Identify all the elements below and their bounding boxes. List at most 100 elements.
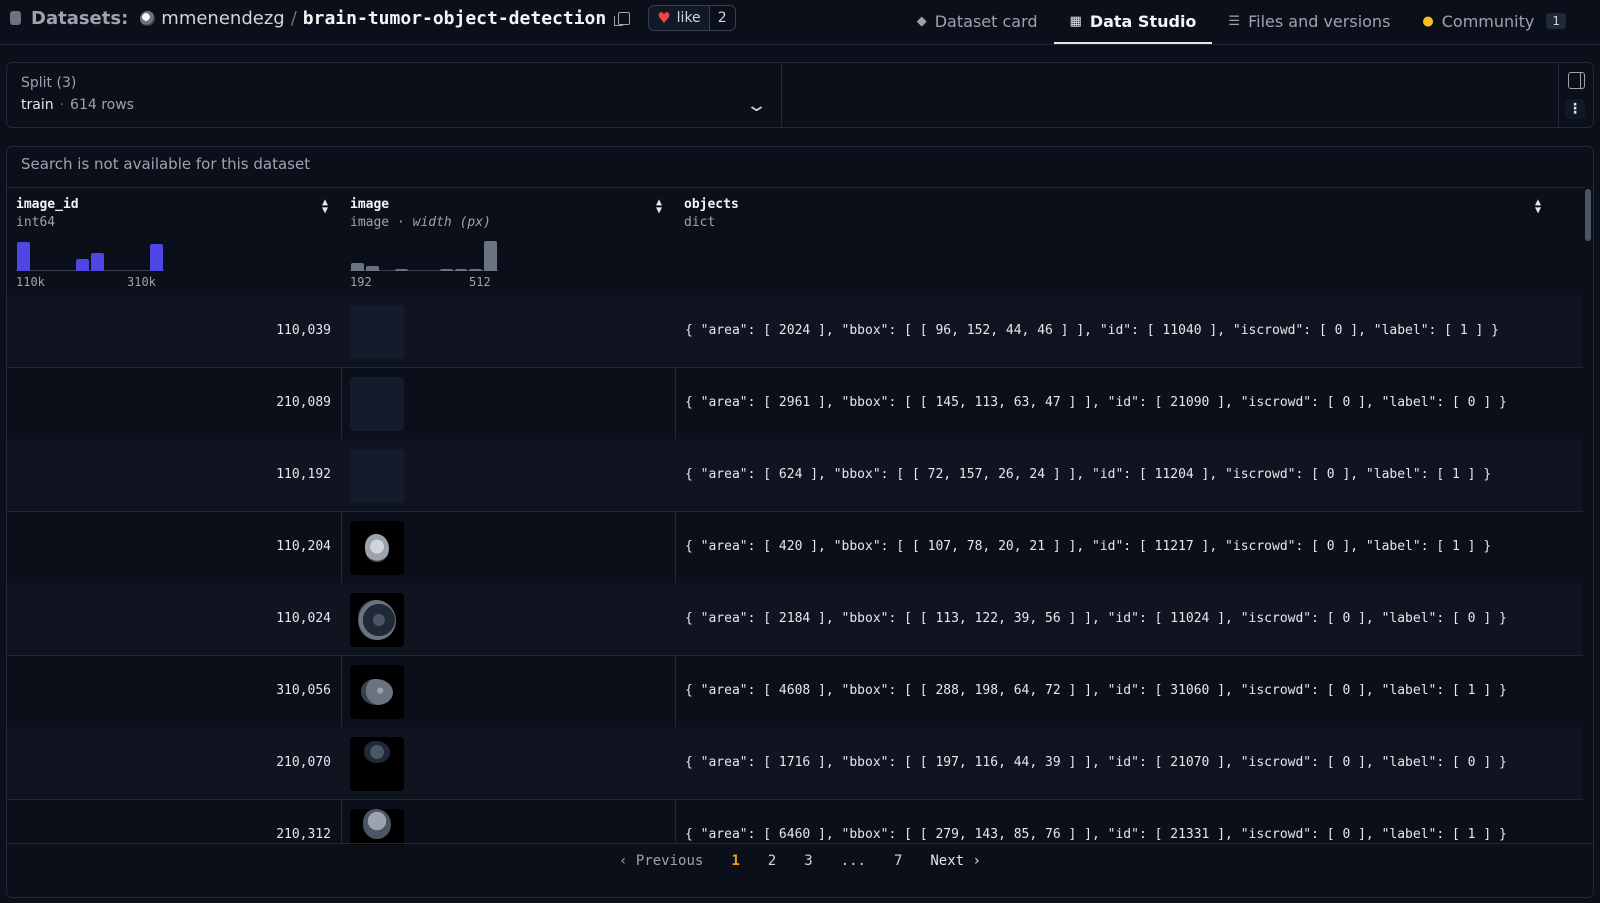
tab-files-and-versions[interactable]: ☰ Files and versions [1212, 0, 1406, 42]
histogram-bar[interactable] [91, 253, 104, 271]
more-options-icon[interactable]: ⋮ [1565, 99, 1585, 119]
like-widget: ♥ like 2 [648, 5, 736, 31]
chevron-down-icon[interactable]: ⌄ [745, 95, 768, 116]
column-name: image [350, 197, 390, 212]
dataset-breadcrumb: Datasets: mmenendezg / brain-tumor-objec… [10, 4, 736, 32]
split-selector[interactable]: Split (3) train · 614 rows ⌄ [7, 63, 782, 127]
histogram-bar[interactable] [454, 269, 468, 271]
image-placeholder[interactable] [350, 377, 404, 431]
objects-cell[interactable]: { "area": [ 4608 ], "bbox": [ [ 288, 198… [685, 655, 1507, 727]
table-row[interactable]: 110,192 { "area": [ 624 ], "bbox": [ [ 72… [7, 439, 1583, 512]
split-panel: Split (3) train · 614 rows ⌄ ⋮ [6, 62, 1594, 128]
like-count[interactable]: 2 [708, 6, 735, 30]
table-icon: ▦ [1069, 13, 1082, 29]
column-header-image[interactable]: image image · width (px) ▲ ▼ 192 512 [341, 187, 675, 295]
page-1-button[interactable]: 1 [717, 853, 753, 869]
page-7-button[interactable]: 7 [880, 853, 916, 869]
column-type: image · width (px) [350, 215, 491, 230]
image-placeholder[interactable] [350, 305, 404, 359]
image-id-cell: 310,056 [276, 683, 331, 698]
image-thumbnail[interactable] [350, 665, 404, 719]
image-placeholder[interactable] [350, 449, 404, 503]
page-2-button[interactable]: 2 [754, 853, 790, 869]
brain-scan-image [364, 741, 390, 763]
histogram-bar[interactable] [469, 269, 483, 271]
top-header: Datasets: mmenendezg / brain-tumor-objec… [0, 0, 1600, 45]
search-unavailable-message: Search is not available for this dataset [21, 155, 311, 173]
sort-icon[interactable]: ▲ ▼ [656, 198, 662, 216]
previous-label: Previous [635, 853, 704, 869]
column-header-objects[interactable]: objects dict ▲ ▼ [675, 187, 1583, 295]
table-row[interactable]: 210,312 { "area": [ 6460 ], "bbox": [ [ 2… [7, 799, 1583, 845]
table-row[interactable]: 310,056 { "area": [ 4608 ], "bbox": [ [ 2… [7, 655, 1583, 728]
repo-name-link[interactable]: brain-tumor-object-detection [303, 8, 606, 29]
copy-icon[interactable] [614, 11, 631, 26]
image-thumbnail[interactable] [350, 593, 404, 647]
image-thumbnail[interactable] [350, 737, 404, 791]
datasets-label[interactable]: Datasets: [31, 8, 128, 29]
image-id-cell: 210,312 [276, 827, 331, 842]
split-value: train · 614 rows [21, 97, 134, 113]
hist-max-label: 512 [469, 275, 491, 289]
column-type-separator: · [396, 215, 405, 230]
histogram-bar[interactable] [76, 259, 89, 271]
vertical-scrollbar[interactable] [1585, 187, 1591, 843]
owner-link[interactable]: mmenendezg [161, 8, 284, 29]
page-3-button[interactable]: 3 [790, 853, 826, 869]
data-viewer: Search is not available for this dataset… [6, 146, 1594, 898]
table-row[interactable]: 110,039 { "area": [ 2024 ], "bbox": [ [ 9… [7, 295, 1583, 368]
panel-tools: ⋮ [1558, 63, 1593, 127]
histogram-bar[interactable] [439, 269, 453, 271]
like-label: like [676, 10, 701, 26]
brain-scan-image [363, 809, 391, 839]
tab-data-studio[interactable]: ▦ Data Studio [1053, 0, 1213, 44]
files-icon: ☰ [1228, 13, 1241, 29]
column-header-image-id[interactable]: image_id int64 ▲ ▼ 110k 310k [7, 187, 341, 295]
tab-label: Data Studio [1089, 11, 1197, 31]
owner-avatar[interactable] [140, 10, 156, 26]
heart-icon: ♥ [657, 9, 671, 27]
histogram-bar[interactable] [484, 241, 497, 271]
cube-icon: ◆ [916, 13, 927, 29]
histogram-bar[interactable] [150, 244, 163, 271]
column-type: int64 [16, 215, 56, 230]
split-name: train [21, 97, 54, 113]
histogram-bar[interactable] [351, 263, 364, 271]
table-body: 110,039 { "area": [ 2024 ], "bbox": [ [ 9… [7, 295, 1583, 845]
split-label: Split (3) [21, 75, 77, 91]
objects-cell[interactable]: { "area": [ 420 ], "bbox": [ [ 107, 78, … [685, 511, 1491, 583]
scrollbar-thumb[interactable] [1585, 189, 1591, 241]
image-id-cell: 110,204 [276, 539, 331, 554]
like-button[interactable]: ♥ like [649, 6, 709, 30]
image-thumbnail[interactable] [350, 809, 404, 845]
histogram-bar[interactable] [395, 269, 409, 271]
table-row[interactable]: 110,024 { "area": [ 2184 ], "bbox": [ [ 1… [7, 583, 1583, 656]
objects-cell[interactable]: { "area": [ 2961 ], "bbox": [ [ 145, 113… [685, 367, 1507, 439]
tab-community[interactable]: ● Community 1 [1406, 0, 1582, 42]
split-separator: · [59, 97, 65, 113]
previous-page-button[interactable]: ‹ Previous [605, 853, 717, 869]
histogram-baseline [16, 270, 164, 271]
image-id-cell: 110,039 [276, 323, 331, 338]
repo-tabs: ◆ Dataset card ▦ Data Studio ☰ Files and… [901, 0, 1582, 44]
objects-cell[interactable]: { "area": [ 2184 ], "bbox": [ [ 113, 122… [685, 583, 1507, 655]
table-row[interactable]: 110,204 { "area": [ 420 ], "bbox": [ [ 10… [7, 511, 1583, 584]
table-row[interactable]: 210,070 { "area": [ 1716 ], "bbox": [ [ 1… [7, 727, 1583, 800]
image-thumbnail[interactable] [350, 521, 404, 575]
sort-icon[interactable]: ▲ ▼ [322, 198, 328, 216]
objects-cell[interactable]: { "area": [ 1716 ], "bbox": [ [ 197, 116… [685, 727, 1507, 799]
pagination: ‹ Previous 1 2 3 ... 7 Next › [7, 844, 1593, 878]
column-type-extra: width (px) [412, 215, 491, 230]
table-row[interactable]: 210,089 { "area": [ 2961 ], "bbox": [ [ 1… [7, 367, 1583, 440]
next-page-button[interactable]: Next › [916, 853, 995, 869]
toggle-sidebar-icon[interactable] [1568, 72, 1585, 89]
objects-cell[interactable]: { "area": [ 624 ], "bbox": [ [ 72, 157, … [685, 439, 1491, 511]
histogram-bar[interactable] [17, 242, 30, 271]
sort-icon[interactable]: ▲ ▼ [1535, 198, 1541, 216]
objects-cell[interactable]: { "area": [ 6460 ], "bbox": [ [ 279, 143… [685, 799, 1507, 845]
database-icon [10, 11, 21, 25]
histogram-bar[interactable] [365, 266, 379, 271]
tab-dataset-card[interactable]: ◆ Dataset card [901, 0, 1054, 42]
objects-cell[interactable]: { "area": [ 2024 ], "bbox": [ [ 96, 152,… [685, 295, 1499, 367]
image-id-cell: 210,089 [276, 395, 331, 410]
